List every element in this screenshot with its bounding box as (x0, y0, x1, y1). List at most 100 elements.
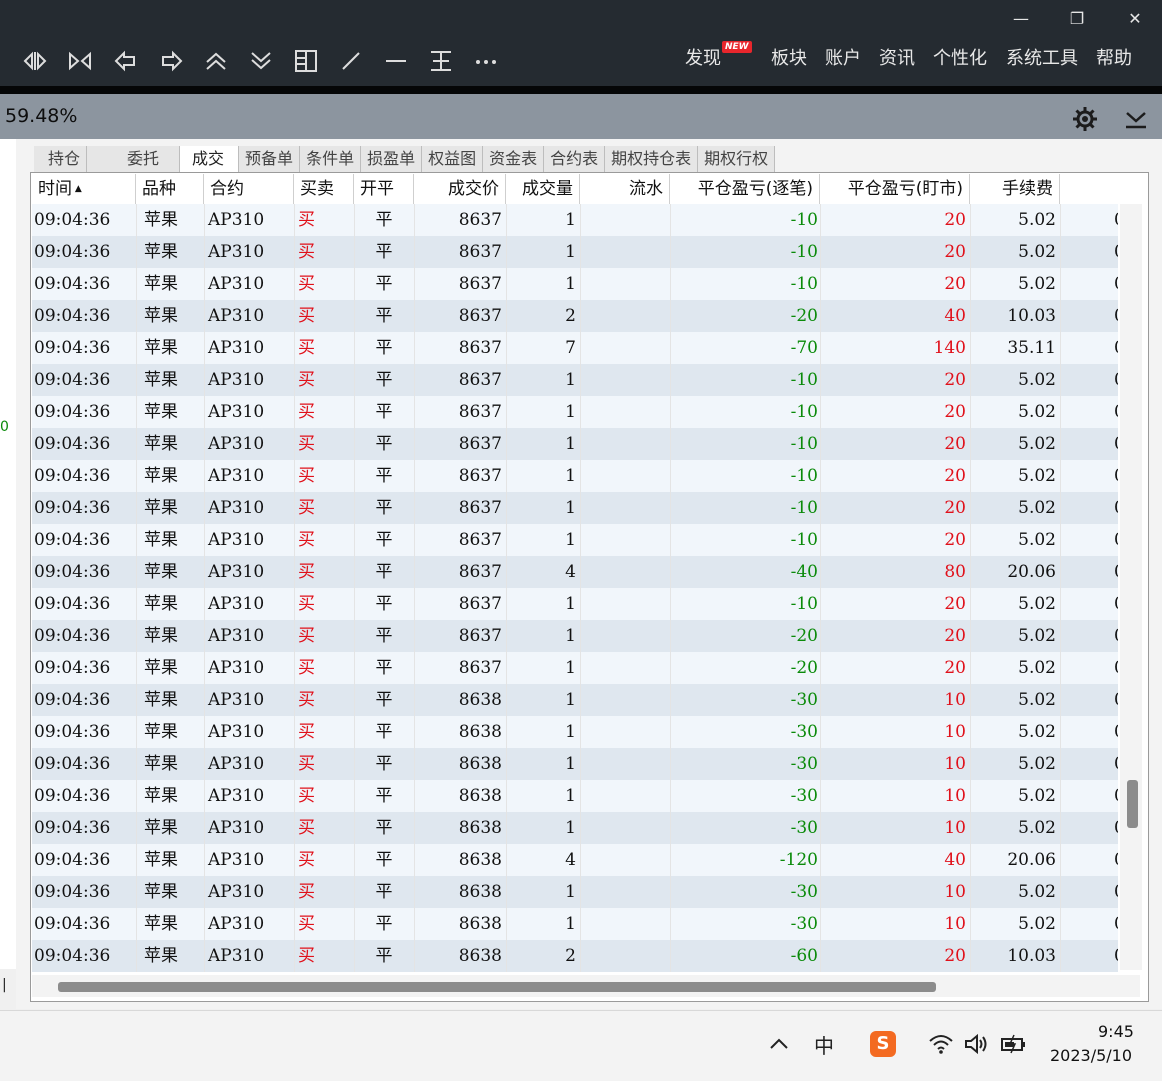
col-serial-header[interactable]: 流水 (580, 174, 670, 204)
col-pnl-mtm-header[interactable]: 平仓盈亏(盯市) (820, 174, 970, 204)
col-contract-header[interactable]: 合约 (204, 174, 294, 204)
settings-gear-icon[interactable] (1072, 106, 1098, 132)
column-divider (204, 300, 205, 332)
table-row[interactable]: 09:04:36 苹果 AP310 买 平 8637 7 -70 140 35.110 (32, 332, 1118, 364)
table-row[interactable]: 09:04:36 苹果 AP310 买 平 8638 1 -30 10 5.020 (32, 812, 1118, 844)
cell-side: 买 (298, 498, 315, 518)
table-row[interactable]: 09:04:36 苹果 AP310 买 平 8638 1 -30 10 5.020 (32, 684, 1118, 716)
table-row[interactable]: 09:04:36 苹果 AP310 买 平 8637 1 -10 20 5.020 (32, 204, 1118, 236)
vertical-scrollbar-thumb[interactable] (1127, 780, 1138, 828)
table-row[interactable]: 09:04:36 苹果 AP310 买 平 8638 1 -30 10 5.020 (32, 908, 1118, 940)
tab-trades[interactable]: 成交 (180, 146, 240, 172)
col-side-header[interactable]: 买卖 (294, 174, 354, 204)
tab-contracts[interactable]: 合约表 (544, 146, 606, 172)
column-divider (506, 396, 507, 428)
col-time-header[interactable]: 时间 ▲ (32, 174, 136, 204)
collapse-chevron-down-icon[interactable] (1124, 108, 1148, 130)
layout-grid-icon[interactable] (292, 48, 320, 74)
column-divider (204, 556, 205, 588)
close-button[interactable]: ✕ (1112, 0, 1158, 36)
col-product-header[interactable]: 品种 (136, 174, 204, 204)
table-row[interactable]: 09:04:36 苹果 AP310 买 平 8637 1 -20 20 5.020 (32, 620, 1118, 652)
menu-discover[interactable]: 发现 (685, 46, 721, 72)
tab-equity-chart[interactable]: 权益图 (422, 146, 484, 172)
cell-contract: AP310 (208, 882, 265, 902)
minimize-button[interactable]: — (998, 0, 1044, 36)
horizontal-scrollbar-thumb[interactable] (58, 982, 936, 992)
menu-personalize[interactable]: 个性化 (933, 46, 987, 72)
column-divider (820, 236, 821, 268)
column-divider (820, 428, 821, 460)
table-row[interactable]: 09:04:36 苹果 AP310 买 平 8637 1 -10 20 5.020 (32, 460, 1118, 492)
sogou-icon[interactable]: S (870, 1030, 896, 1058)
cell-time: 09:04:36 (34, 306, 111, 326)
table-row[interactable]: 09:04:36 苹果 AP310 买 平 8638 1 -30 10 5.020 (32, 876, 1118, 908)
cell-fee: 20.06 (1007, 562, 1056, 582)
table-row[interactable]: 09:04:36 苹果 AP310 买 平 8637 1 -10 20 5.020 (32, 492, 1118, 524)
col-pnl-trade-header[interactable]: 平仓盈亏(逐笔) (670, 174, 820, 204)
menu-help[interactable]: 帮助 (1096, 46, 1132, 72)
split-horizontal-icon[interactable] (21, 48, 49, 74)
menu-system-tools[interactable]: 系统工具 (1006, 46, 1078, 72)
arrow-left-icon[interactable] (112, 48, 140, 74)
cell-contract: AP310 (208, 690, 265, 710)
cell-fee: 5.02 (1018, 914, 1056, 934)
tab-positions[interactable]: 持仓 (34, 146, 88, 172)
table-row[interactable]: 09:04:36 苹果 AP310 买 平 8637 1 -10 20 5.020 (32, 588, 1118, 620)
col-fee-header[interactable]: 手续费 (970, 174, 1060, 204)
tab-prepared-orders[interactable]: 预备单 (239, 146, 301, 172)
arrow-right-icon[interactable] (157, 48, 185, 74)
arrow-up-icon[interactable] (202, 48, 230, 74)
table-row[interactable]: 09:04:36 苹果 AP310 买 平 8637 4 -40 80 20.060 (32, 556, 1118, 588)
maximize-button[interactable]: ❐ (1054, 0, 1100, 36)
merge-icon[interactable] (66, 48, 94, 74)
table-row[interactable]: 09:04:36 苹果 AP310 买 平 8637 1 -10 20 5.020 (32, 428, 1118, 460)
menu-account[interactable]: 账户 (825, 46, 861, 72)
cell-price: 8637 (458, 562, 502, 582)
align-center-icon[interactable] (427, 48, 455, 74)
diagonal-line-icon[interactable] (337, 48, 365, 74)
battery-icon[interactable] (1000, 1030, 1028, 1058)
tab-orders[interactable]: 委托 (87, 146, 181, 172)
table-row[interactable]: 09:04:36 苹果 AP310 买 平 8638 1 -30 10 5.020 (32, 780, 1118, 812)
col-price-header[interactable]: 成交价 (414, 174, 506, 204)
tab-funds[interactable]: 资金表 (483, 146, 545, 172)
clock-date[interactable]: 2023/5/10 (1050, 1046, 1132, 1065)
col-volume-header[interactable]: 成交量 (506, 174, 580, 204)
table-row[interactable]: 09:04:36 苹果 AP310 买 平 8638 2 -60 20 10.030 (32, 940, 1118, 972)
table-row[interactable]: 09:04:36 苹果 AP310 买 平 8637 2 -20 40 10.030 (32, 300, 1118, 332)
tab-conditional-orders[interactable]: 条件单 (300, 146, 362, 172)
tab-option-positions[interactable]: 期权持仓表 (605, 146, 699, 172)
table-row[interactable]: 09:04:36 苹果 AP310 买 平 8637 1 -10 20 5.020 (32, 396, 1118, 428)
table-row[interactable]: 09:04:36 苹果 AP310 买 平 8638 1 -30 10 5.020 (32, 748, 1118, 780)
horizontal-line-icon[interactable] (382, 48, 410, 74)
table-row[interactable]: 09:04:36 苹果 AP310 买 平 8637 1 -10 20 5.020 (32, 364, 1118, 396)
menu-news[interactable]: 资讯 (879, 46, 915, 72)
column-divider (136, 268, 137, 300)
table-row[interactable]: 09:04:36 苹果 AP310 买 平 8638 1 -30 10 5.020 (32, 716, 1118, 748)
column-divider (970, 364, 971, 396)
volume-icon[interactable] (964, 1030, 990, 1058)
chevron-up-icon[interactable] (768, 1030, 790, 1058)
tab-stop-orders[interactable]: 损盈单 (361, 146, 423, 172)
table-row[interactable]: 09:04:36 苹果 AP310 买 平 8637 1 -10 20 5.020 (32, 268, 1118, 300)
cell-pnl-trade: -60 (790, 946, 818, 966)
vertical-scrollbar-track[interactable] (1120, 204, 1142, 970)
table-row[interactable]: 09:04:36 苹果 AP310 买 平 8637 1 -10 20 5.020 (32, 236, 1118, 268)
more-icon[interactable] (472, 48, 500, 74)
table-row[interactable]: 09:04:36 苹果 AP310 买 平 8637 1 -10 20 5.020 (32, 524, 1118, 556)
clock-time[interactable]: 9:45 (1098, 1022, 1134, 1041)
col-open-close-header[interactable]: 开平 (354, 174, 414, 204)
menu-sectors[interactable]: 板块 (771, 46, 807, 72)
arrow-down-icon[interactable] (247, 48, 275, 74)
cell-serial (580, 908, 670, 940)
table-row[interactable]: 09:04:36 苹果 AP310 买 平 8638 4 -120 40 20.060 (32, 844, 1118, 876)
ime-icon[interactable]: 中 (814, 1030, 834, 1058)
column-divider (506, 620, 507, 652)
table-row[interactable]: 09:04:36 苹果 AP310 买 平 8637 1 -20 20 5.020 (32, 652, 1118, 684)
column-divider (820, 780, 821, 812)
column-divider (1060, 332, 1061, 364)
cell-open-close: 平 (375, 274, 393, 294)
tab-option-exercise[interactable]: 期权行权 (698, 146, 776, 172)
wifi-icon[interactable] (928, 1030, 954, 1058)
